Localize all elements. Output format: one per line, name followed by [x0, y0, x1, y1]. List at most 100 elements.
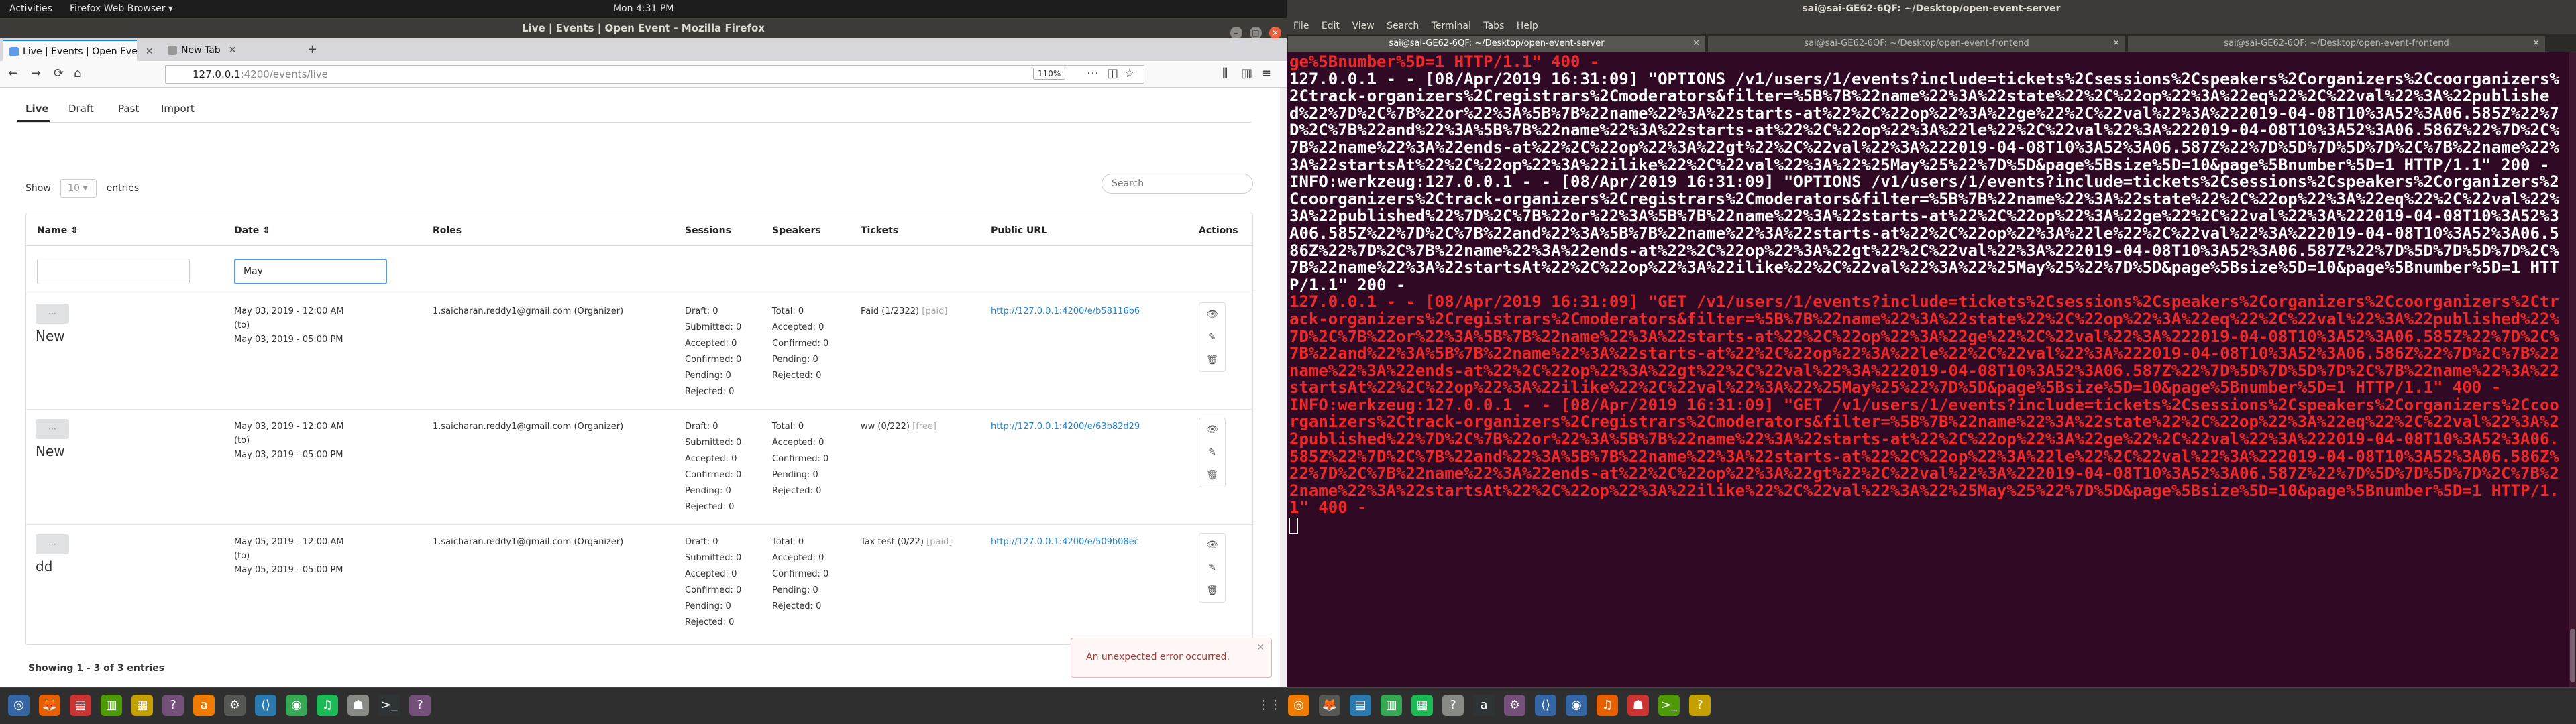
- public-url-link[interactable]: http://127.0.0.1:4200/e/63b82d29: [991, 419, 1140, 435]
- menu-search[interactable]: Search: [1387, 21, 1419, 32]
- spotify-icon[interactable]: ♫: [1597, 695, 1618, 716]
- menu-file[interactable]: File: [1293, 21, 1309, 32]
- page-actions-icon[interactable]: ⋯: [1087, 66, 1099, 80]
- firefox-icon[interactable]: 🦊: [39, 695, 60, 716]
- event-name[interactable]: New: [36, 328, 65, 344]
- android-icon[interactable]: ☗: [347, 695, 369, 716]
- edit-icon[interactable]: ✎: [1199, 326, 1225, 349]
- menu-edit[interactable]: Edit: [1322, 21, 1340, 32]
- public-url-link[interactable]: http://127.0.0.1:4200/e/b58116b6: [991, 304, 1140, 320]
- page-size-select[interactable]: 10 ▾: [60, 179, 97, 198]
- slides-icon[interactable]: ▤: [1350, 695, 1371, 716]
- menu-tabs[interactable]: Tabs: [1483, 21, 1504, 32]
- url-bar[interactable]: 127.0.0.1:4200/events/live: [165, 65, 1144, 84]
- library-icon[interactable]: ⫼: [1222, 66, 1228, 80]
- maximize-icon[interactable]: □: [1249, 27, 1262, 39]
- close-tab-icon[interactable]: ✕: [1693, 36, 1700, 52]
- delete-icon[interactable]: 🗑: [1199, 349, 1225, 371]
- clock[interactable]: Mon 4:31 PM: [613, 3, 674, 14]
- zoom-level[interactable]: 110%: [1033, 68, 1066, 80]
- close-tab-icon[interactable]: ✕: [229, 45, 237, 56]
- close-icon[interactable]: ✕: [1269, 27, 1281, 39]
- help-icon[interactable]: ?: [162, 695, 184, 716]
- view-icon[interactable]: 👁: [1199, 303, 1225, 326]
- app-icon[interactable]: ◎: [1288, 695, 1309, 716]
- tab-import[interactable]: Import: [161, 103, 195, 115]
- search-input[interactable]: [1102, 174, 1253, 194]
- activities-button[interactable]: Activities: [9, 3, 52, 14]
- chrome-icon[interactable]: ◉: [286, 695, 307, 716]
- reload-icon[interactable]: ⟳: [54, 66, 64, 80]
- slides-icon[interactable]: ▤: [70, 695, 91, 716]
- spotify-icon[interactable]: ♫: [317, 695, 338, 716]
- new-tab-button[interactable]: +: [307, 42, 317, 56]
- page-scrollbar[interactable]: [1280, 88, 1287, 687]
- amazon-icon[interactable]: a: [1473, 695, 1495, 716]
- close-toast-icon[interactable]: ✕: [1256, 642, 1265, 653]
- close-tab-icon[interactable]: ✕: [2112, 36, 2120, 52]
- notes-icon[interactable]: ▥: [1381, 695, 1402, 716]
- terminal-icon[interactable]: >_: [378, 695, 400, 716]
- menu-help[interactable]: Help: [1517, 21, 1538, 32]
- show-label: Show: [25, 183, 51, 194]
- android-icon[interactable]: ☗: [1627, 695, 1649, 716]
- events-table: Name ⇕ Date ⇕ Roles Sessions Speakers Ti…: [25, 213, 1253, 645]
- terminal-output[interactable]: ge%5Bnumber%5D=1 HTTP/1.1" 400 - 127.0.0…: [1289, 53, 2564, 684]
- taskbar: ◎ 🦊 ▤ ▥ ▦? a ⚙ ⟨⟩ ◉ ♫ ☗ >_? ⋮⋮ ◎ 🦊 ▤ ▥ ▦? a ⚙ ⟨⟩ ◉ ♫ ☗ >_?: [0, 687, 2576, 724]
- delete-icon[interactable]: 🗑: [1199, 464, 1225, 487]
- menu-icon[interactable]: ≡: [1261, 66, 1271, 80]
- chrome-icon[interactable]: ◉: [1566, 695, 1587, 716]
- view-icon[interactable]: 👁: [1199, 418, 1225, 441]
- notes-icon[interactable]: ▥: [101, 695, 122, 716]
- help-icon[interactable]: ?: [409, 695, 431, 716]
- name-filter-input[interactable]: [37, 259, 190, 284]
- help-icon[interactable]: ?: [1442, 695, 1464, 716]
- settings-icon[interactable]: ⚙: [224, 695, 246, 716]
- browser-tab-live[interactable]: Live | Events | Open Eve ✕: [3, 40, 154, 61]
- forward-icon[interactable]: →: [31, 66, 41, 80]
- entries-label: entries: [106, 183, 140, 194]
- settings-icon[interactable]: ⚙: [1504, 695, 1525, 716]
- back-icon[interactable]: ←: [8, 66, 18, 80]
- bookmark-star-icon[interactable]: ☆: [1124, 66, 1135, 80]
- delete-icon[interactable]: 🗑: [1199, 579, 1225, 602]
- menu-terminal[interactable]: Terminal: [1432, 21, 1471, 32]
- app-menu[interactable]: Firefox Web Browser ▾: [70, 3, 173, 14]
- minimize-icon[interactable]: –: [1230, 27, 1242, 39]
- files-icon[interactable]: ▦: [1411, 695, 1433, 716]
- help-icon[interactable]: ?: [1689, 695, 1711, 716]
- terminal-scrollbar[interactable]: [2569, 52, 2576, 687]
- grid-icon[interactable]: ⋮⋮: [1257, 695, 1281, 716]
- close-tab-icon[interactable]: ✕: [2532, 36, 2540, 52]
- column-header-name[interactable]: Name ⇕: [37, 225, 78, 236]
- sidebar-icon[interactable]: ▥: [1241, 66, 1252, 80]
- amazon-icon[interactable]: a: [193, 695, 215, 716]
- public-url-link[interactable]: http://127.0.0.1:4200/e/509b08ec: [991, 534, 1139, 550]
- tab-draft[interactable]: Draft: [68, 103, 94, 115]
- event-name[interactable]: dd: [36, 558, 52, 575]
- home-icon[interactable]: ⌂: [74, 66, 81, 80]
- event-name[interactable]: New: [36, 443, 65, 459]
- edit-icon[interactable]: ✎: [1199, 441, 1225, 464]
- terminal-tab-server[interactable]: sai@sai-GE62-6QF: ~/Desktop/open-event-s…: [1288, 36, 1705, 52]
- scrollbar-thumb[interactable]: [2570, 629, 2575, 682]
- tab-live[interactable]: Live: [25, 103, 49, 115]
- vscode-icon[interactable]: ⟨⟩: [255, 695, 276, 716]
- vscode-icon[interactable]: ⟨⟩: [1535, 695, 1556, 716]
- tab-past[interactable]: Past: [118, 103, 139, 115]
- column-header-date[interactable]: Date ⇕: [234, 225, 270, 236]
- session-stat: Pending: 0: [685, 601, 731, 611]
- menu-view[interactable]: View: [1352, 21, 1374, 32]
- edit-icon[interactable]: ✎: [1199, 556, 1225, 579]
- browser-tab-new[interactable]: New Tab ✕: [161, 40, 295, 61]
- app-icon[interactable]: ◎: [8, 695, 30, 716]
- terminal-tab-frontend[interactable]: sai@sai-GE62-6QF: ~/Desktop/open-event-f…: [1708, 36, 2125, 52]
- files-icon[interactable]: ▦: [131, 695, 153, 716]
- pocket-icon[interactable]: ◫: [1107, 66, 1118, 80]
- terminal-icon[interactable]: >_: [1658, 695, 1680, 716]
- terminal-tab-frontend-2[interactable]: sai@sai-GE62-6QF: ~/Desktop/open-event-f…: [2128, 36, 2545, 52]
- view-icon[interactable]: 👁: [1199, 534, 1225, 556]
- close-tab-icon[interactable]: ✕: [146, 46, 154, 57]
- date-filter-input[interactable]: [234, 259, 387, 284]
- firefox-icon[interactable]: 🦊: [1319, 695, 1340, 716]
